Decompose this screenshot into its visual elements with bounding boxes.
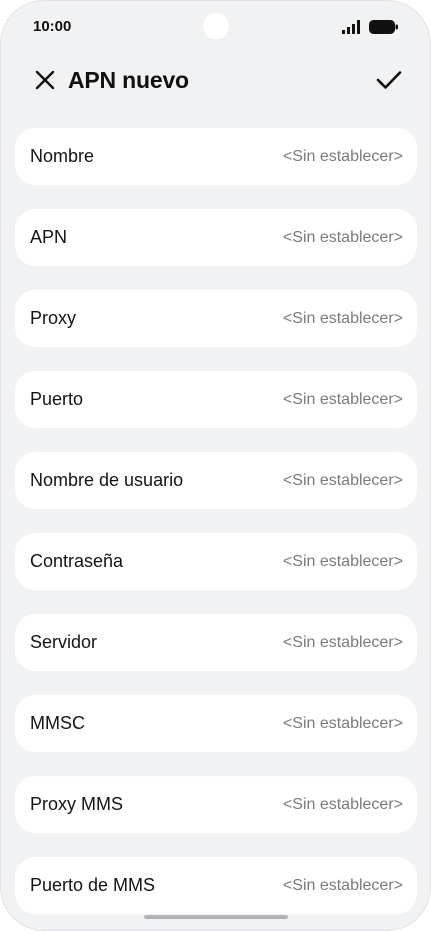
header-bar: APN nuevo (1, 53, 430, 111)
field-row-proxy-mms[interactable]: Proxy MMS <Sin establecer> (15, 776, 417, 833)
field-row-proxy[interactable]: Proxy <Sin establecer> (15, 290, 417, 347)
field-row-contrasena[interactable]: Contraseña <Sin establecer> (15, 533, 417, 590)
confirm-button[interactable] (372, 65, 406, 99)
checkmark-icon (376, 70, 402, 95)
field-value: <Sin establecer> (282, 553, 403, 570)
field-label: MMSC (30, 713, 85, 733)
field-value: <Sin establecer> (282, 472, 403, 489)
front-camera-cutout (203, 13, 229, 39)
field-value: <Sin establecer> (282, 796, 403, 813)
field-label: Proxy (30, 308, 77, 328)
field-label: Contraseña (30, 551, 124, 571)
status-time: 10:00 (33, 18, 72, 35)
field-row-apn[interactable]: APN <Sin establecer> (15, 209, 417, 266)
field-row-puerto[interactable]: Puerto <Sin establecer> (15, 371, 417, 428)
field-label: APN (30, 227, 68, 247)
close-icon (35, 70, 55, 95)
field-value: <Sin establecer> (282, 877, 403, 894)
field-label: Servidor (30, 632, 98, 652)
status-bar: 10:00 (1, 1, 430, 53)
battery-icon (369, 20, 399, 34)
close-button[interactable] (29, 66, 61, 98)
field-value: <Sin establecer> (282, 148, 403, 165)
field-row-servidor[interactable]: Servidor <Sin establecer> (15, 614, 417, 671)
apn-settings-list: Nombre <Sin establecer> APN <Sin estable… (15, 128, 417, 930)
home-indicator[interactable] (144, 915, 288, 919)
signal-icon (342, 20, 364, 34)
field-row-puerto-de-mms[interactable]: Puerto de MMS <Sin establecer> (15, 857, 417, 914)
field-label: Puerto de MMS (30, 875, 156, 895)
field-value: <Sin establecer> (282, 310, 403, 327)
field-value: <Sin establecer> (282, 634, 403, 651)
field-row-nombre-de-usuario[interactable]: Nombre de usuario <Sin establecer> (15, 452, 417, 509)
field-value: <Sin establecer> (282, 715, 403, 732)
field-label: Nombre (30, 146, 95, 166)
field-label: Nombre de usuario (30, 470, 184, 490)
field-row-mmsc[interactable]: MMSC <Sin establecer> (15, 695, 417, 752)
phone-screen: 10:00 APN nuevo Nombre <Sin establecer> … (0, 0, 431, 931)
field-label: Puerto (30, 389, 84, 409)
page-title: APN nuevo (68, 67, 189, 93)
field-value: <Sin establecer> (282, 391, 403, 408)
field-label: Proxy MMS (30, 794, 124, 814)
field-row-nombre[interactable]: Nombre <Sin establecer> (15, 128, 417, 185)
field-value: <Sin establecer> (282, 229, 403, 246)
